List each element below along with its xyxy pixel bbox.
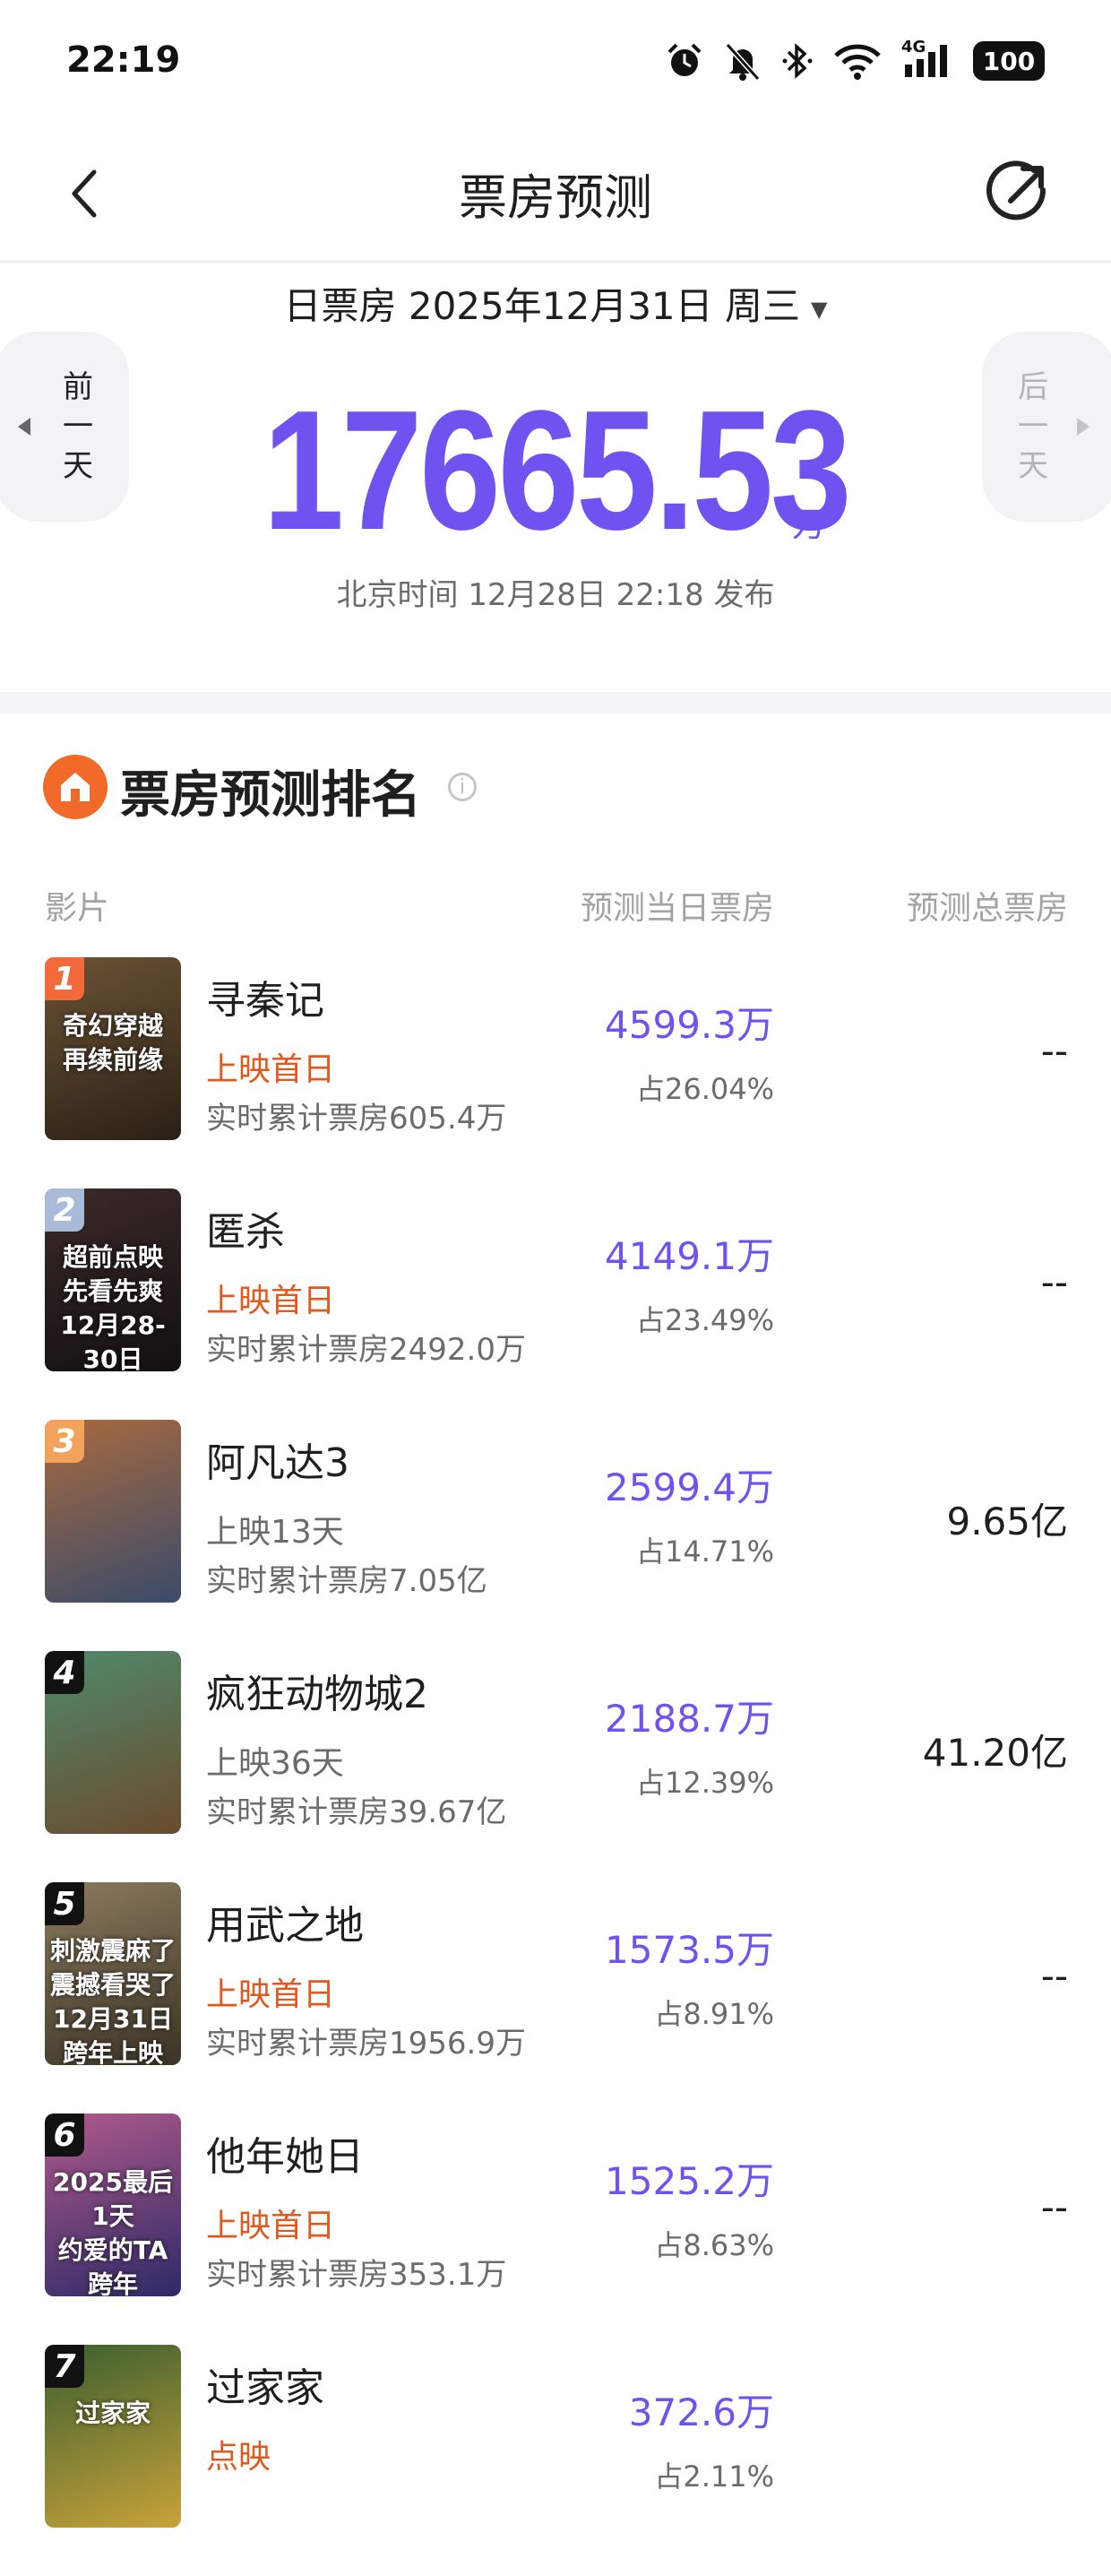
bluetooth-icon [782,43,813,79]
cumulative-box-office: 实时累计票房2492.0万 [206,1332,526,1368]
release-status: 上映36天 [206,1745,344,1782]
poster-text: 2025最后1天 约爱的TA跨年 [53,2167,173,2296]
ranking-title: 票房预测排名 [120,766,421,825]
cumulative-box-office: 实时累计票房39.67亿 [206,1794,507,1830]
film-row[interactable]: 2025最后1天 约爱的TA跨年 6 他年她日 上映首日 实时累计票房353.1万… [0,2114,1111,2345]
film-row[interactable]: 4 疯狂动物城2 上映36天 实时累计票房39.67亿 2188.7万 占12.… [0,1651,1111,1882]
cumulative-box-office: 实时累计票房353.1万 [206,2257,507,2293]
date-selector[interactable]: 日票房 2025年12月31日 周三 ▼ [0,276,1111,331]
column-header-total-box: 预测总票房 [906,890,1068,927]
box-share: 占8.63% [654,2228,774,2262]
ranking-icon [43,755,108,819]
rank-badge: 3 [45,1420,84,1463]
film-name: 寻秦记 [206,978,324,1024]
film-name: 用武之地 [206,1903,364,1949]
predicted-total-box: 41.20亿 [922,1731,1068,1775]
share-button[interactable] [984,160,1052,228]
film-name: 过家家 [206,2365,324,2411]
film-row[interactable]: 3 阿凡达3 上映13天 实时累计票房7.05亿 2599.4万 占14.71%… [0,1420,1111,1651]
info-icon[interactable]: i [448,773,477,801]
total-value: 17665.53 [262,376,851,566]
predicted-total-box: 9.65亿 [946,1500,1068,1543]
box-share: 占2.11% [654,2459,774,2494]
total-unit: 万 [792,505,827,544]
section-divider [0,692,1111,713]
rank-badge: 6 [45,2114,84,2157]
column-header-day-box: 预测当日票房 [580,890,774,927]
battery-level: 100 [982,46,1036,76]
dropdown-caret-icon: ▼ [811,296,828,322]
status-icons: 4G 100 [665,38,1045,81]
film-row[interactable]: 超前点映 先看先爽 12月28-30日 2 匿杀 上映首日 实时累计票房2492.… [0,1189,1111,1420]
film-row[interactable]: 刺激震麻了 震撼看哭了 12月31日 跨年上映 5 用武之地 上映首日 实时累计票… [0,1882,1111,2114]
film-poster: 刺激震麻了 震撼看哭了 12月31日 跨年上映 5 [45,1882,181,2065]
film-poster: 3 [45,1420,181,1603]
rank-badge: 4 [45,1651,84,1694]
box-share: 占26.04% [635,1072,774,1106]
predicted-day-box: 1573.5万 [605,1928,774,1972]
film-name: 他年她日 [206,2134,364,2180]
predicted-day-box: 372.6万 [628,2390,774,2434]
cumulative-box-office: 实时累计票房605.4万 [206,1101,507,1137]
film-row[interactable]: 过家家 7 过家家 点映 372.6万 占2.11% [0,2345,1111,2576]
wifi-icon [834,44,881,80]
predicted-day-box: 4149.1万 [605,1234,774,1278]
rank-badge: 7 [45,2345,84,2388]
predicted-total-box: -- [1040,1260,1068,1304]
alarm-icon [667,43,702,76]
release-status: 上映13天 [206,1514,344,1551]
film-poster: 过家家 7 [45,2345,181,2528]
header-divider [0,261,1111,263]
film-poster: 奇幻穿越 再续前缘 1 [45,957,181,1140]
predicted-total-box: -- [1040,2185,1068,2229]
share-icon [986,160,1046,220]
poster-text: 奇幻穿越 再续前缘 [62,1011,163,1075]
page-title: 票房预测 [459,169,652,226]
total-box-office: 17665.53 [0,385,1111,556]
film-poster: 超前点映 先看先爽 12月28-30日 2 [45,1189,181,1371]
rank-badge: 1 [45,957,84,1000]
cumulative-box-office: 实时累计票房7.05亿 [206,1563,487,1599]
predicted-day-box: 4599.3万 [605,1003,774,1047]
cumulative-box-office: 实时累计票房1956.9万 [206,2026,526,2062]
signal-4g-icon: 4G [901,38,953,81]
film-name: 匿杀 [206,1209,285,1255]
status-time: 22:19 [66,39,181,81]
release-status: 上映首日 [206,1283,336,1319]
film-poster: 2025最后1天 约爱的TA跨年 6 [45,2114,181,2296]
predicted-day-box: 2599.4万 [605,1465,774,1509]
poster-text: 刺激震麻了 震撼看哭了 12月31日 跨年上映 [50,1936,177,2065]
poster-text: 过家家 [74,2399,151,2428]
rank-badge: 2 [45,1189,84,1232]
rank-badge: 5 [45,1882,84,1925]
column-header-film: 影片 [45,890,110,927]
battery-icon: 100 [973,41,1045,81]
date-label: 日票房 2025年12月31日 周三 [283,284,800,328]
release-status: 点映 [206,2439,271,2476]
release-status: 上映首日 [206,1976,336,2013]
box-share: 占23.49% [635,1303,774,1337]
poster-text: 超前点映 先看先爽 12月28-30日 [60,1242,166,1371]
film-row[interactable]: 奇幻穿越 再续前缘 1 寻秦记 上映首日 实时累计票房605.4万 4599.3万… [0,957,1111,1189]
box-share: 占8.91% [654,1997,774,2031]
box-share: 占12.39% [635,1766,774,1800]
box-share: 占14.71% [635,1534,774,1569]
film-name: 疯狂动物城2 [206,1672,428,1717]
film-name: 阿凡达3 [206,1440,349,1486]
publish-time: 北京时间 12月28日 22:18 发布 [336,577,775,613]
mute-icon [725,42,761,81]
predicted-total-box: -- [1040,1029,1068,1073]
predicted-day-box: 2188.7万 [605,1697,774,1741]
release-status: 上映首日 [206,2208,336,2244]
film-poster: 4 [45,1651,181,1834]
release-status: 上映首日 [206,1051,336,1088]
predicted-day-box: 1525.2万 [605,2159,774,2203]
predicted-total-box: -- [1040,1954,1068,1998]
